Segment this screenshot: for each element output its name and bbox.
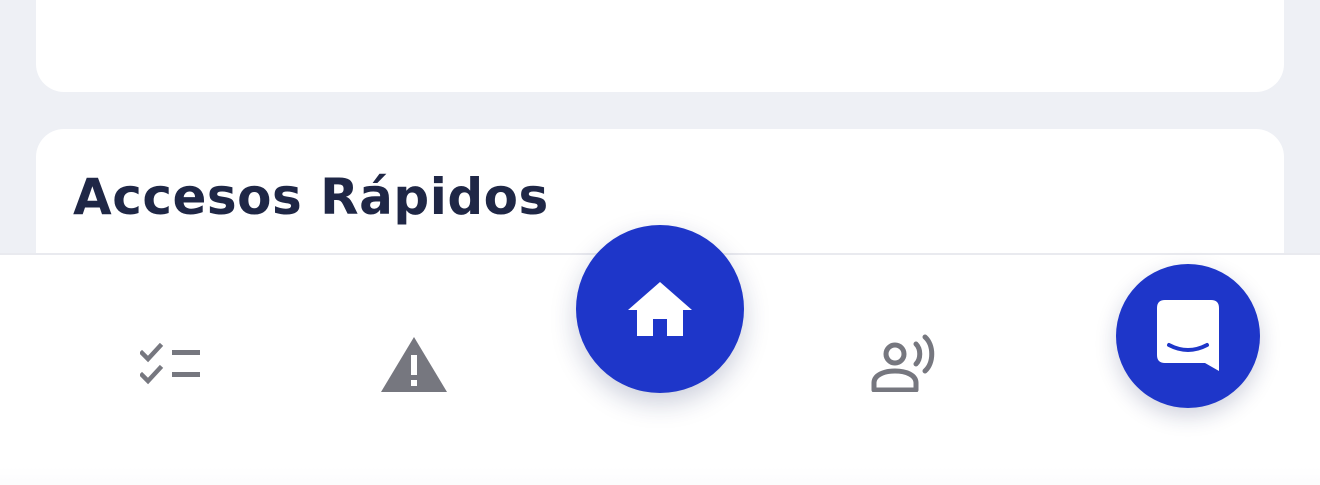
nav-item-alerts[interactable] <box>372 329 456 399</box>
nav-bottom-fade <box>0 467 1320 485</box>
section-title: Accesos Rápidos <box>73 168 549 226</box>
warning-icon <box>381 337 447 392</box>
chat-smile-icon <box>1157 300 1219 371</box>
home-icon <box>628 282 692 336</box>
content-card <box>36 0 1284 92</box>
checklist-icon <box>140 343 200 385</box>
nav-item-tasks[interactable] <box>130 333 214 397</box>
nav-item-broadcast[interactable] <box>862 327 950 399</box>
chat-launcher-button[interactable] <box>1116 264 1260 408</box>
nav-item-home[interactable] <box>576 225 744 393</box>
app-screen: Accesos Rápidos <box>0 0 1320 485</box>
record-voice-icon <box>871 334 935 392</box>
